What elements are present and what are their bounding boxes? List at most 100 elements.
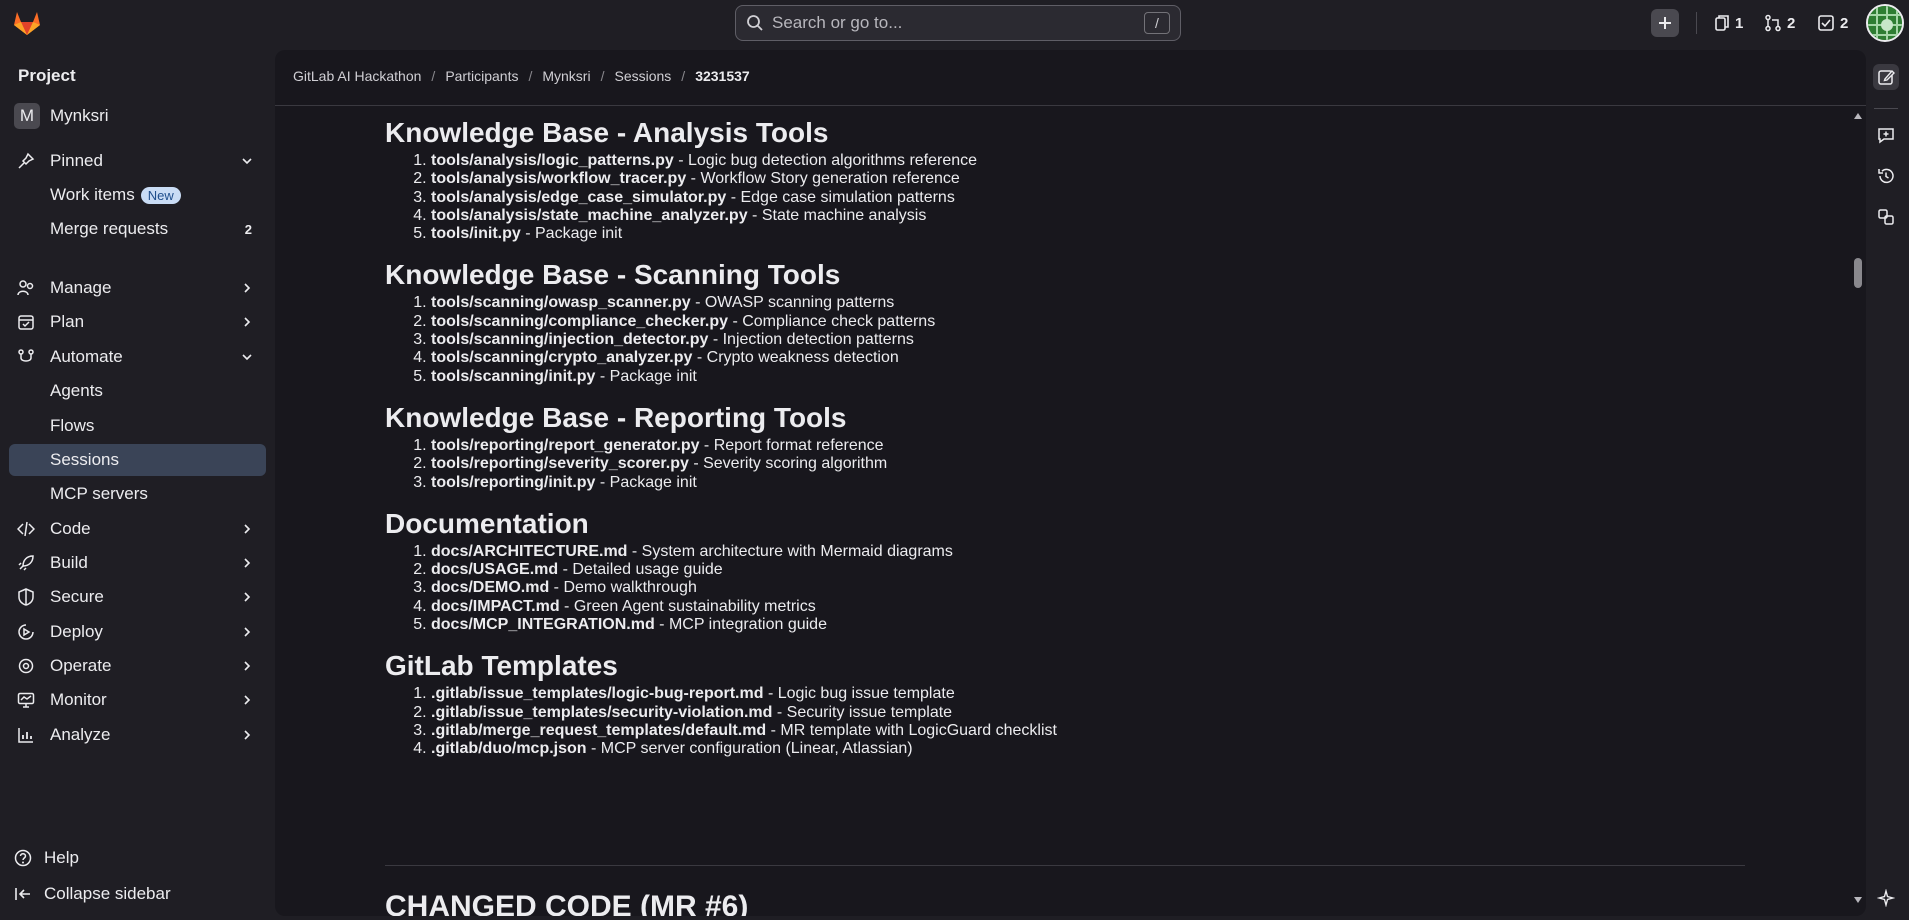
horizontal-rule (385, 865, 1745, 866)
section-heading: Documentation (385, 507, 589, 539)
sidebar-item-work-items[interactable]: Work items New (9, 179, 266, 211)
add-comment-button[interactable] (1873, 122, 1899, 148)
section-heading: Knowledge Base - Scanning Tools (385, 259, 841, 291)
list-item: tools/analysis/edge_case_simulator.py - … (431, 189, 1745, 207)
scroll-up-arrow-icon[interactable] (1853, 108, 1863, 119)
file-path: tools/reporting/report_generator.py (431, 436, 700, 454)
gitlab-logo-icon[interactable] (12, 8, 42, 36)
duo-assistant-button[interactable] (1873, 885, 1899, 911)
automate-icon (18, 349, 34, 362)
sidebar-item-operate[interactable]: Operate (9, 650, 266, 682)
issues-count: 1 (1735, 14, 1744, 32)
sidebar-item-build[interactable]: Build (9, 547, 266, 579)
edit-note-button[interactable] (1873, 64, 1899, 90)
file-path: docs/MCP_INTEGRATION.md (431, 616, 655, 634)
compare-button[interactable] (1873, 204, 1899, 230)
file-path: tools/analysis/edge_case_simulator.py (431, 188, 727, 206)
list-item: docs/ARCHITECTURE.md - System architectu… (431, 543, 1745, 561)
topbar-divider (1696, 12, 1697, 34)
session-content: Knowledge Base - Analysis Tools tools/ana… (385, 114, 1745, 772)
file-description: - MCP server configuration (Linear, Atla… (586, 740, 913, 758)
search-bar[interactable]: Search or go to... / (735, 5, 1181, 41)
rocket-icon (18, 555, 34, 571)
list-item: tools/analysis/workflow_tracer.py - Work… (431, 170, 1745, 188)
sidebar-item-label: Merge requests (50, 219, 169, 238)
breadcrumb-item[interactable]: GitLab AI Hackathon (293, 68, 421, 84)
list-item: tools/init.py - Package init (431, 225, 1745, 243)
collapse-sidebar-button[interactable]: Collapse sidebar (14, 884, 171, 904)
list-item: tools/analysis/logic_patterns.py - Logic… (431, 152, 1745, 170)
sidebar-item-label: Secure (50, 587, 104, 606)
list-item: tools/scanning/owasp_scanner.py - OWASP … (431, 294, 1745, 312)
sidebar-item-agents[interactable]: Agents (9, 375, 266, 407)
history-button[interactable] (1873, 163, 1899, 189)
file-description: - Severity scoring algorithm (688, 455, 888, 473)
file-description: - OWASP scanning patterns (690, 294, 895, 312)
code-icon (17, 521, 35, 537)
sidebar-item-mcp-servers[interactable]: MCP servers (9, 478, 266, 510)
breadcrumb-separator: / (681, 68, 686, 84)
user-avatar[interactable] (1866, 4, 1904, 42)
project-avatar: M (14, 103, 40, 129)
chevron-right-icon (244, 283, 251, 293)
pencil-square-icon (1878, 69, 1895, 85)
plus-icon (1659, 17, 1671, 29)
file-list: tools/reporting/report_generator.py - Re… (431, 437, 1745, 492)
history-icon (1878, 168, 1894, 184)
chart-icon (18, 728, 33, 743)
sidebar-item-manage[interactable]: Manage (9, 272, 266, 304)
collapse-sidebar-label: Collapse sidebar (44, 884, 171, 903)
sidebar-item-secure[interactable]: Secure (9, 581, 266, 613)
breadcrumb-item[interactable]: Mynksri (542, 68, 590, 84)
create-new-button[interactable] (1651, 9, 1679, 37)
merge-requests-count-badge: 2 (244, 221, 252, 237)
sidebar-item-sessions[interactable]: Sessions (9, 444, 266, 476)
issues-counter-button[interactable]: 1 (1714, 12, 1743, 34)
sidebar-item-pinned[interactable]: Pinned (9, 145, 266, 177)
sidebar-project-link[interactable]: M Mynksri (14, 103, 109, 129)
sidebar-item-automate[interactable]: Automate (9, 341, 266, 373)
sidebar-item-label: Flows (50, 416, 95, 435)
list-item: .gitlab/issue_templates/logic-bug-report… (431, 685, 1745, 703)
sidebar: Project M Mynksri Pinned Work items New M… (0, 46, 275, 920)
help-icon (14, 849, 32, 867)
collapse-left-icon (15, 888, 30, 900)
section-heading: Knowledge Base - Reporting Tools (385, 401, 847, 433)
sidebar-item-merge-requests[interactable]: Merge requests 2 (9, 213, 266, 245)
scroll-down-arrow-icon[interactable] (1853, 892, 1863, 903)
file-description: - MR template with LogicGuard checklist (766, 721, 1057, 739)
sidebar-item-label: Monitor (50, 690, 107, 709)
breadcrumb-item[interactable]: Participants (445, 68, 518, 84)
file-description: - Package init (595, 473, 697, 491)
calendar-icon (18, 315, 34, 330)
merge-requests-counter-button[interactable]: 2 (1764, 12, 1795, 34)
todos-counter-button[interactable]: 2 (1817, 12, 1848, 34)
file-list: tools/scanning/owasp_scanner.py - OWASP … (431, 294, 1745, 385)
chevron-right-icon (244, 695, 251, 705)
file-description: - MCP integration guide (654, 616, 827, 634)
file-path: tools/init.py (431, 225, 521, 243)
todos-count: 2 (1840, 14, 1849, 32)
chevron-down-icon (242, 158, 252, 165)
sidebar-item-deploy[interactable]: Deploy (9, 616, 266, 648)
help-link[interactable]: Help (14, 848, 79, 868)
pin-icon (18, 152, 35, 169)
top-bar: Search or go to... / 1 2 2 (0, 0, 1909, 46)
sidebar-item-code[interactable]: Code (9, 513, 266, 545)
sidebar-item-analyze[interactable]: Analyze (9, 719, 266, 751)
file-description: - Security issue template (772, 703, 953, 721)
section-heading: CHANGED CODE (MR #6) (385, 890, 749, 916)
breadcrumb-separator: / (600, 68, 605, 84)
file-description: - Logic bug issue template (763, 685, 955, 703)
chevron-right-icon (244, 730, 251, 740)
sidebar-item-monitor[interactable]: Monitor (9, 684, 266, 716)
file-description: - Green Agent sustainability metrics (559, 597, 816, 615)
file-description: - Workflow Story generation reference (686, 170, 960, 188)
scrollbar-thumb[interactable] (1854, 258, 1862, 288)
sidebar-item-flows[interactable]: Flows (9, 410, 266, 442)
breadcrumb-item[interactable]: Sessions (614, 68, 671, 84)
sidebar-item-label: Pinned (50, 151, 103, 170)
file-list: docs/ARCHITECTURE.md - System architectu… (431, 543, 1745, 634)
sidebar-item-plan[interactable]: Plan (9, 306, 266, 338)
sidebar-item-label: Work items (50, 185, 135, 204)
